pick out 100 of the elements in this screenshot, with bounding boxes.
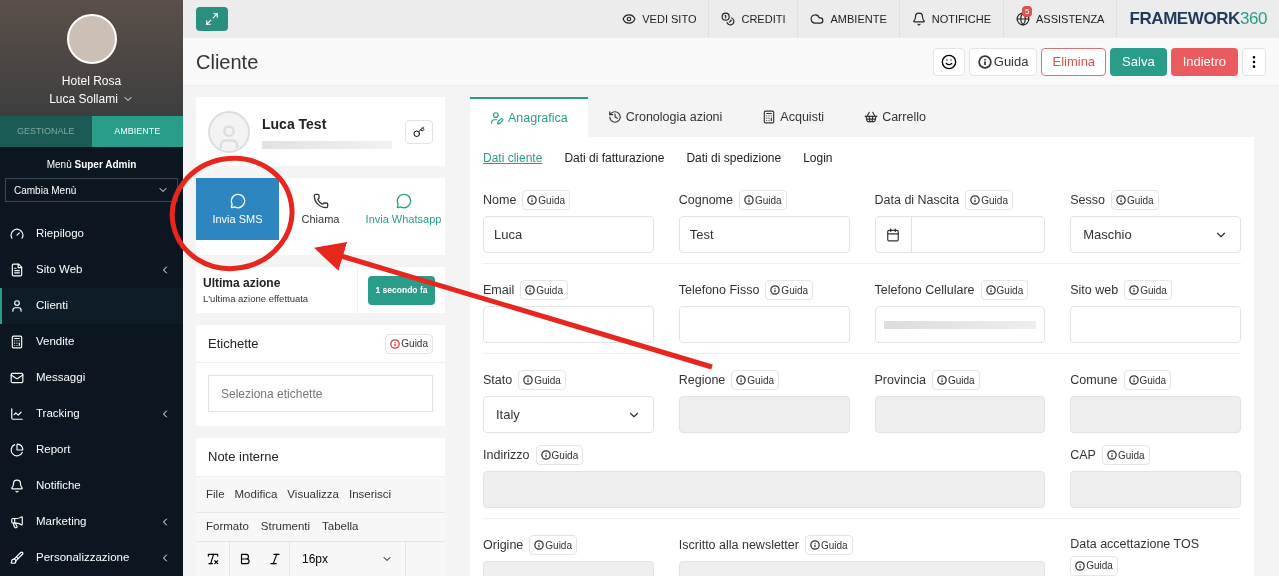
- sidebar-item[interactable]: Marketing: [0, 504, 183, 540]
- info-icon: [977, 54, 992, 69]
- info-icon: [1128, 375, 1139, 385]
- chat-bubble-icon: [395, 193, 412, 210]
- text-field[interactable]: [1070, 471, 1241, 508]
- sidebar-item[interactable]: Clienti: [0, 288, 183, 324]
- editor-menu-item[interactable]: Formato: [206, 518, 249, 536]
- guide-button[interactable]: Guida: [529, 535, 577, 555]
- text-field[interactable]: [678, 396, 850, 433]
- sidebar-item[interactable]: Personalizzazione: [0, 540, 183, 576]
- guide-button[interactable]: Guida: [1070, 555, 1118, 576]
- guide-button[interactable]: Guida: [1111, 190, 1159, 210]
- field-label: Nome: [483, 191, 517, 209]
- editor-menu-item[interactable]: Tabella: [322, 518, 359, 536]
- text-field[interactable]: [874, 396, 1046, 433]
- guide-button[interactable]: Guida: [520, 280, 568, 300]
- info-icon: [534, 540, 545, 550]
- guide-button[interactable]: Guida: [385, 333, 433, 354]
- bell-icon: [10, 479, 24, 493]
- fullscreen-button[interactable]: [196, 7, 228, 31]
- calendar-icon: [886, 227, 900, 242]
- info-icon: [390, 338, 401, 349]
- text-field[interactable]: [483, 471, 1046, 508]
- sidebar-item[interactable]: Messaggi: [0, 360, 183, 396]
- field-label: Data accettazione TOS: [1070, 536, 1200, 553]
- info-icon: [743, 195, 754, 205]
- sidebar-item[interactable]: Sito Web: [0, 252, 183, 288]
- guide-button[interactable]: Guida: [731, 370, 779, 390]
- field-label: Origine: [483, 536, 524, 554]
- field-label: Email: [483, 281, 515, 299]
- last-action-title: Ultima azione: [203, 275, 282, 292]
- subtab-link[interactable]: Dati di fatturazione: [564, 148, 665, 167]
- cloud-icon: [810, 12, 825, 26]
- italic-icon: [267, 551, 282, 566]
- guide-button[interactable]: Guida: [931, 370, 980, 390]
- tab[interactable]: Cronologia azioni: [587, 97, 743, 137]
- field-label: Telefono Fisso: [678, 281, 760, 299]
- info-icon: [1075, 560, 1086, 571]
- guide-button[interactable]: Guida: [1101, 445, 1150, 465]
- globe-icon: [1016, 12, 1030, 26]
- gauge-icon: [10, 227, 24, 241]
- guide-button[interactable]: Guida: [1123, 370, 1172, 390]
- editor-menu-item[interactable]: Visualizza: [287, 485, 339, 504]
- guide-button[interactable]: Guida: [765, 280, 814, 300]
- guide-button[interactable]: Guida: [980, 280, 1029, 300]
- clear-format-icon: [205, 551, 220, 566]
- text-field[interactable]: [678, 306, 850, 343]
- guide-button[interactable]: Guida: [968, 47, 1038, 76]
- select-field[interactable]: Maschio: [1070, 216, 1241, 253]
- card-title: Note interne: [208, 448, 279, 467]
- delete-button[interactable]: Elimina: [1041, 47, 1107, 76]
- guide-button[interactable]: Guida: [965, 190, 1013, 210]
- tab[interactable]: Acquisti: [742, 97, 845, 137]
- sidebar-item[interactable]: Vendite: [0, 324, 183, 360]
- sidebar-item[interactable]: Notifiche: [0, 468, 183, 504]
- tags-select[interactable]: Seleziona etichette: [208, 375, 433, 413]
- key-button[interactable]: [405, 119, 433, 144]
- contact-action[interactable]: Invia SMS: [196, 178, 279, 241]
- info-icon: [970, 195, 981, 205]
- info-icon: [525, 285, 536, 295]
- menu-select[interactable]: Cambia Menù: [5, 178, 178, 202]
- bell-icon: [911, 12, 926, 26]
- info-icon: [527, 195, 538, 205]
- sidebar-item[interactable]: Tracking: [0, 396, 183, 432]
- hotel-name: Hotel Rosa: [61, 73, 122, 90]
- editor-menu-item[interactable]: File: [206, 485, 225, 504]
- text-field[interactable]: [1070, 306, 1241, 343]
- editor-menu-item[interactable]: Modifica: [234, 485, 278, 504]
- editor-menu-item[interactable]: Inserisci: [348, 485, 392, 504]
- guide-button[interactable]: Guida: [804, 535, 853, 555]
- bold-icon: [238, 551, 252, 566]
- text-field[interactable]: Test: [678, 216, 850, 253]
- field-label: Telefono Cellulare: [874, 281, 975, 299]
- subtab-link[interactable]: Login: [803, 148, 833, 167]
- more-button[interactable]: [1242, 47, 1266, 76]
- guide-button[interactable]: Guida: [535, 445, 584, 465]
- field-label: Indirizzo: [483, 446, 530, 464]
- field-label: Data di Nascita: [874, 191, 960, 209]
- emoji-button[interactable]: [932, 47, 965, 76]
- info-icon: [1106, 450, 1117, 460]
- guide-button[interactable]: Guida: [1124, 280, 1172, 300]
- tab[interactable]: Carrello: [844, 97, 946, 137]
- date-field[interactable]: [874, 216, 1046, 253]
- text-field[interactable]: [874, 306, 1046, 343]
- time-badge: 1 secondo fa: [367, 275, 436, 305]
- info-icon: [936, 375, 947, 385]
- last-action-subtitle: L'ultima azione effettuata: [203, 292, 310, 306]
- guide-button[interactable]: Guida: [738, 190, 787, 210]
- pie-chart-icon: [10, 443, 24, 457]
- guide-button[interactable]: Guida: [518, 370, 566, 390]
- user-menu[interactable]: Luca Sollami: [49, 90, 134, 108]
- sidebar-item[interactable]: Riepilogo: [0, 216, 183, 252]
- subtab-link[interactable]: Dati di spedizione: [686, 148, 782, 167]
- guide-button[interactable]: Guida: [522, 190, 571, 210]
- text-field[interactable]: [1070, 396, 1241, 433]
- text-field[interactable]: Luca: [483, 216, 654, 253]
- editor-menu-item[interactable]: Strumenti: [260, 518, 311, 536]
- calculator-icon: [762, 110, 777, 124]
- select-field[interactable]: Italy: [483, 396, 654, 433]
- sidebar-item[interactable]: Report: [0, 432, 183, 468]
